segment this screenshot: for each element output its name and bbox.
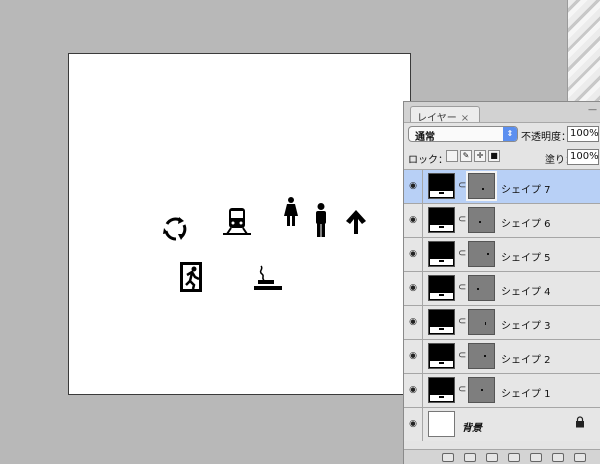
panel-menu-icon[interactable]: — <box>588 105 597 115</box>
layer-row[interactable]: ◉ ⊂ シェイプ 6 <box>404 203 600 237</box>
layer-thumbnail <box>428 241 455 267</box>
layer-name: シェイプ 5 <box>501 253 551 264</box>
layer-name: シェイプ 7 <box>501 185 551 196</box>
layer-list: ◉ ⊂ シェイプ 7 ◉ ⊂ シェイプ 6 ◉ ⊂ シェイプ 5 ◉ ⊂ シェイ… <box>404 169 600 441</box>
lock-paint-icon[interactable]: ✎ <box>460 150 472 162</box>
mask-link-icon[interactable]: ⊂ <box>458 384 466 395</box>
vector-mask-thumbnail[interactable] <box>468 241 495 267</box>
layer-row[interactable]: ◉ ⊂ シェイプ 1 <box>404 373 600 407</box>
mask-link-icon[interactable]: ⊂ <box>458 282 466 293</box>
vector-mask-thumbnail[interactable] <box>468 377 495 403</box>
panel-tab-bar: レイヤー × — <box>404 102 600 124</box>
vector-mask-thumbnail[interactable] <box>468 207 495 233</box>
layer-name: シェイプ 1 <box>501 389 551 400</box>
layer-name: シェイプ 4 <box>501 287 551 298</box>
mask-link-icon[interactable]: ⊂ <box>458 316 466 327</box>
vector-mask-thumbnail[interactable] <box>466 171 497 201</box>
group-icon[interactable] <box>530 453 542 462</box>
fill-field[interactable]: 100% <box>567 149 599 165</box>
vector-mask-thumbnail[interactable] <box>468 275 495 301</box>
layer-name: シェイプ 2 <box>501 355 551 366</box>
mask-link-icon[interactable]: ⊂ <box>458 350 466 361</box>
visibility-eye-icon[interactable]: ◉ <box>404 340 423 373</box>
visibility-eye-icon[interactable]: ◉ <box>404 238 423 271</box>
visibility-eye-icon[interactable]: ◉ <box>404 374 423 407</box>
layer-row[interactable]: ◉ ⊂ シェイプ 2 <box>404 339 600 373</box>
layer-row[interactable]: ◉ ⊂ シェイプ 3 <box>404 305 600 339</box>
layer-name: シェイプ 3 <box>501 321 551 332</box>
visibility-eye-icon[interactable]: ◉ <box>404 170 423 203</box>
blend-mode-select[interactable]: 通常 ⇕ <box>408 126 518 143</box>
background-thumbnail <box>428 411 455 437</box>
close-icon[interactable]: × <box>461 113 469 124</box>
man-icon <box>316 203 326 237</box>
visibility-eye-icon[interactable]: ◉ <box>404 306 423 339</box>
vector-mask-thumbnail[interactable] <box>468 343 495 369</box>
document-canvas[interactable] <box>68 53 411 395</box>
recycle-icon <box>163 217 187 241</box>
layer-name: シェイプ 6 <box>501 219 551 230</box>
tab-layers[interactable]: レイヤー × <box>410 106 480 124</box>
lock-icon <box>576 416 584 428</box>
layer-thumbnail <box>428 207 455 233</box>
layer-thumbnail <box>428 377 455 403</box>
chevron-updown-icon: ⇕ <box>503 127 517 141</box>
layer-row[interactable]: ◉ ⊂ シェイプ 7 <box>404 169 600 203</box>
layer-thumbnail <box>428 173 455 199</box>
smoking-area-icon <box>254 265 282 290</box>
visibility-eye-icon[interactable]: ◉ <box>404 408 423 441</box>
mask-link-icon[interactable]: ⊂ <box>458 180 466 191</box>
layer-thumbnail <box>428 343 455 369</box>
visibility-eye-icon[interactable]: ◉ <box>404 204 423 237</box>
panel-footer <box>404 449 600 464</box>
background-layer-row[interactable]: ◉ 背景 <box>404 407 600 441</box>
opacity-field[interactable]: 100% <box>567 126 599 142</box>
mask-link-icon[interactable]: ⊂ <box>458 214 466 225</box>
lock-move-icon[interactable]: ✛ <box>474 150 486 162</box>
background-layer-name: 背景 <box>462 423 482 434</box>
mask-link-icon[interactable]: ⊂ <box>458 248 466 259</box>
blend-mode-value: 通常 <box>415 132 435 143</box>
vector-mask-thumbnail[interactable] <box>468 309 495 335</box>
lock-transparent-icon[interactable] <box>446 150 458 162</box>
trash-icon[interactable] <box>574 453 586 462</box>
link-layers-icon[interactable] <box>442 453 454 462</box>
emergency-exit-icon <box>180 262 202 292</box>
layer-row[interactable]: ◉ ⊂ シェイプ 4 <box>404 271 600 305</box>
layers-panel: レイヤー × — 通常 ⇕ 不透明度： 100% ロック： ✎ ✛ ■ 塗り： 1… <box>403 101 600 464</box>
fx-icon[interactable] <box>464 453 476 462</box>
train-icon <box>223 208 251 235</box>
add-mask-icon[interactable] <box>486 453 498 462</box>
layer-thumbnail <box>428 275 455 301</box>
layer-thumbnail <box>428 309 455 335</box>
adjustment-icon[interactable] <box>508 453 520 462</box>
tab-layers-label: レイヤー <box>417 113 457 124</box>
lock-label: ロック： <box>408 155 448 166</box>
lock-all-icon[interactable]: ■ <box>488 150 500 162</box>
up-arrow-icon <box>346 210 366 234</box>
woman-icon <box>284 197 298 226</box>
layer-row[interactable]: ◉ ⊂ シェイプ 5 <box>404 237 600 271</box>
new-layer-icon[interactable] <box>552 453 564 462</box>
opacity-label: 不透明度： <box>521 132 571 143</box>
visibility-eye-icon[interactable]: ◉ <box>404 272 423 305</box>
